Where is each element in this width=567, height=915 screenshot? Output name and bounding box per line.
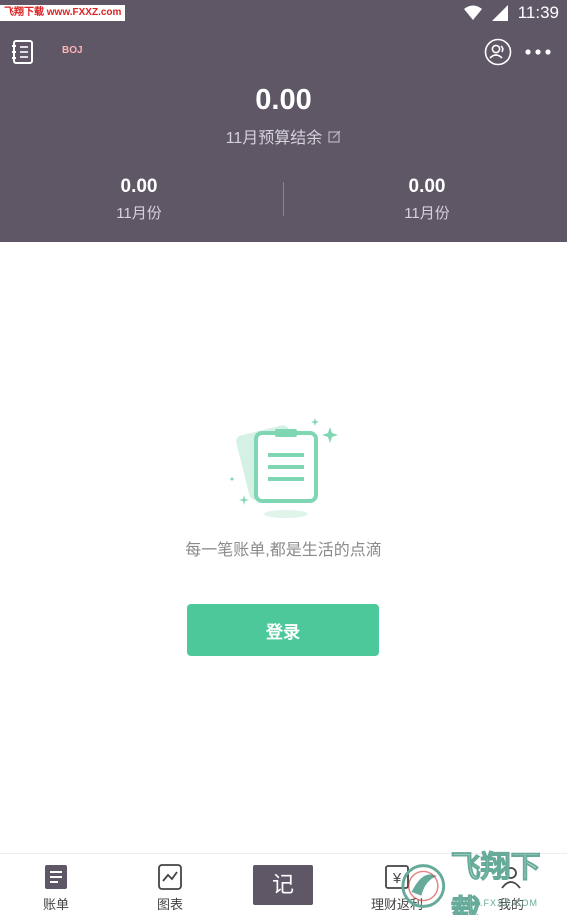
nav-item-bills[interactable]: 账单 — [16, 864, 96, 913]
notebook-icon[interactable] — [10, 39, 36, 65]
month-summary-right-label: 11月份 — [404, 205, 450, 222]
budget-balance-value: 0.00 — [255, 84, 312, 116]
summary-divider — [283, 182, 284, 216]
record-button[interactable]: 记 — [253, 865, 313, 905]
status-clock: 11:39 — [517, 3, 559, 22]
more-icon[interactable] — [524, 42, 552, 62]
edit-icon[interactable] — [328, 130, 341, 143]
status-bar: 飞翔下载 www.FXXZ.com 11:39 — [0, 0, 567, 26]
nav-item-chart[interactable]: 图表 — [130, 864, 210, 913]
status-right: 11:39 — [463, 2, 559, 24]
empty-state-message: 每一笔账单,都是生活的点滴 — [185, 542, 382, 559]
month-summary-right: 0.00 11月份 — [347, 176, 507, 223]
nav-label-chart: 图表 — [156, 897, 183, 912]
fxxz-badge: 飞翔下载 WWW.FXXZ.COM — [400, 850, 567, 915]
bill-list-icon — [45, 865, 67, 889]
budget-balance-label: 11月预算结余 — [225, 130, 323, 147]
month-summary-left: 0.00 11月份 — [59, 176, 219, 223]
month-summary-right-value: 0.00 — [408, 176, 446, 197]
fxxz-badge-sub: WWW.FXXZ.COM — [452, 898, 538, 908]
account-tag: BOJ — [62, 45, 83, 56]
budget-balance-label-row[interactable]: 11月预算结余 — [0, 124, 567, 148]
fxxz-logo-icon — [401, 863, 446, 908]
login-button[interactable]: 登录 — [187, 604, 379, 656]
header: 飞翔下载 www.FXXZ.com 11:39 BOJ 0.00 11月预算结余… — [0, 0, 567, 242]
month-summary-left-value: 0.00 — [120, 176, 158, 197]
header-toolbar: BOJ — [0, 36, 567, 68]
watermark-label: 飞翔下载 www.FXXZ.com — [0, 5, 126, 21]
wifi-icon — [463, 5, 482, 20]
signal-icon — [491, 5, 508, 21]
user-switch-icon[interactable] — [484, 38, 512, 66]
nav-label-bills: 账单 — [42, 897, 69, 912]
chart-icon — [158, 864, 182, 890]
empty-clipboard-illustration — [230, 418, 338, 518]
month-summary-left-label: 11月份 — [116, 205, 162, 222]
